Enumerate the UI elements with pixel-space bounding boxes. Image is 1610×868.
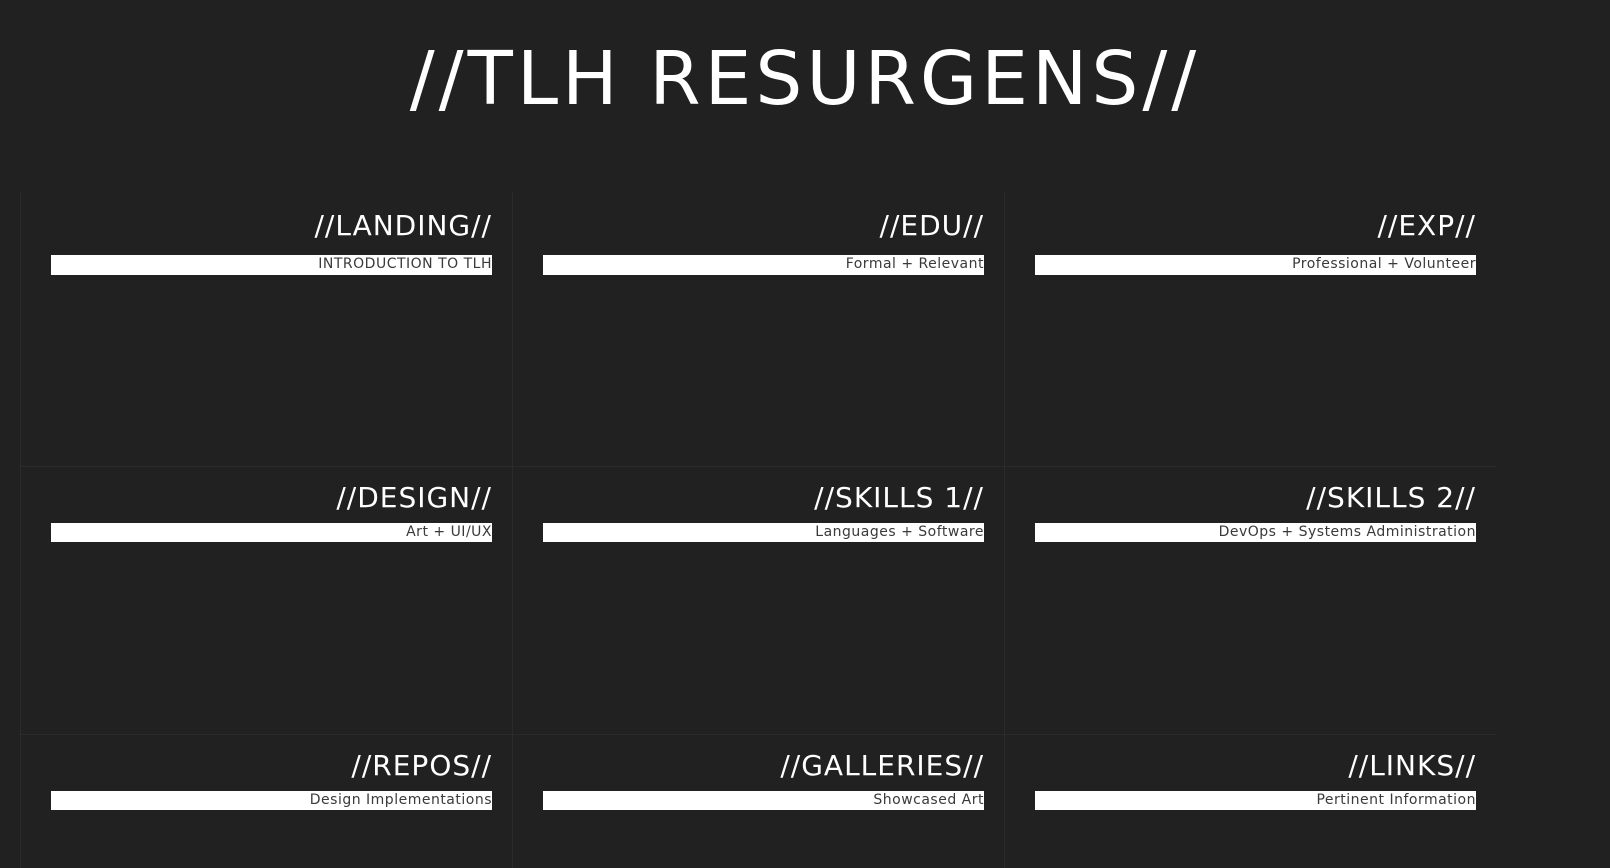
section-subtitle: Formal + Relevant [845,256,984,272]
section-subtitle: Design Implementations [309,792,492,808]
section-subtitle-bar: Pertinent Information [1035,791,1476,810]
section-title: //REPOS// [351,749,492,782]
section-subtitle: Languages + Software [815,524,984,540]
section-grid: //LANDING// INTRODUCTION TO TLH //EDU// … [20,192,1496,868]
section-subtitle-bar: Formal + Relevant [543,255,984,275]
section-subtitle: Showcased Art [873,792,984,808]
section-subtitle-bar: Design Implementations [51,791,492,810]
section-title: //SKILLS 2// [1306,481,1476,514]
section-title: //GALLERIES// [780,749,984,782]
section-card-landing[interactable]: //LANDING// INTRODUCTION TO TLH [20,192,512,466]
section-card-repos[interactable]: //REPOS// Design Implementations [20,734,512,868]
section-subtitle: Professional + Volunteer [1292,256,1476,272]
section-subtitle-bar: DevOps + Systems Administration [1035,523,1476,542]
section-subtitle: DevOps + Systems Administration [1218,524,1476,540]
section-title: //EXP// [1377,209,1476,242]
section-subtitle-bar: Professional + Volunteer [1035,255,1476,275]
section-subtitle-bar: Languages + Software [543,523,984,542]
section-title: //LANDING// [314,209,492,242]
section-card-exp[interactable]: //EXP// Professional + Volunteer [1004,192,1496,466]
section-card-edu[interactable]: //EDU// Formal + Relevant [512,192,1004,466]
section-subtitle: INTRODUCTION TO TLH [318,256,492,272]
section-subtitle: Art + UI/UX [406,524,492,540]
section-subtitle-bar: Art + UI/UX [51,523,492,542]
section-card-galleries[interactable]: //GALLERIES// Showcased Art [512,734,1004,868]
section-subtitle: Pertinent Information [1316,792,1476,808]
section-title: //SKILLS 1// [814,481,984,514]
site-title: //TLH RESURGENS// [409,36,1201,122]
section-title: //DESIGN// [336,481,492,514]
section-card-links[interactable]: //LINKS// Pertinent Information [1004,734,1496,868]
section-title: //EDU// [879,209,984,242]
section-card-design[interactable]: //DESIGN// Art + UI/UX [20,466,512,734]
section-card-skills-1[interactable]: //SKILLS 1// Languages + Software [512,466,1004,734]
page: //TLH RESURGENS// //LANDING// INTRODUCTI… [0,0,1610,868]
section-subtitle-bar: Showcased Art [543,791,984,810]
section-card-skills-2[interactable]: //SKILLS 2// DevOps + Systems Administra… [1004,466,1496,734]
section-title: //LINKS// [1348,749,1476,782]
section-subtitle-bar: INTRODUCTION TO TLH [51,255,492,275]
